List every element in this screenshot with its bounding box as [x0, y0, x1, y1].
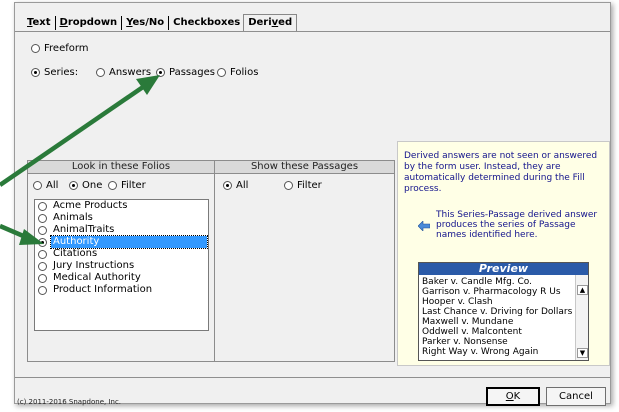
- ok-button[interactable]: OK: [486, 387, 540, 406]
- preview-box[interactable]: Preview Baker v. Candle Mfg. Co. Garriso…: [418, 262, 589, 361]
- preview-item: Baker v. Candle Mfg. Co.: [422, 277, 533, 287]
- preview-item: Right Way v. Wrong Again: [422, 347, 539, 357]
- tab-derived[interactable]: Derived: [243, 14, 298, 31]
- list-item-label: Product Information: [53, 284, 153, 295]
- show-passages-header: Show these Passages: [215, 161, 394, 174]
- tab-divider: [15, 31, 610, 32]
- radio-button[interactable]: [38, 201, 47, 211]
- derived-info-text: Derived answers are not seen or answered…: [404, 151, 598, 194]
- list-item[interactable]: Citations: [35, 248, 208, 260]
- preview-scrollbar[interactable]: ▲ ▼: [575, 275, 588, 360]
- radio-button[interactable]: [31, 44, 40, 53]
- list-item[interactable]: AnimalTraits: [35, 224, 208, 236]
- tab-separator: [168, 15, 170, 30]
- preview-item: Hooper v. Clash: [422, 297, 493, 307]
- freeform-label: Freeform: [44, 43, 89, 54]
- tab-separator: [54, 15, 56, 30]
- folio-all-radio[interactable]: All: [33, 180, 58, 191]
- list-item[interactable]: Acme Products: [35, 200, 208, 212]
- preview-item: Oddwell v. Malcontent: [422, 327, 522, 337]
- tab-checkboxes[interactable]: Checkboxes: [170, 15, 243, 30]
- folio-one-radio[interactable]: One: [69, 180, 102, 191]
- radio-button[interactable]: [223, 181, 232, 190]
- tab-dropdown[interactable]: Dropdown: [57, 15, 121, 30]
- passages-radio[interactable]: Passages: [156, 67, 215, 78]
- radio-button[interactable]: [284, 181, 293, 190]
- radio-button[interactable]: [38, 213, 47, 223]
- list-item-selected[interactable]: Authority: [35, 235, 208, 249]
- list-item-label: Jury Instructions: [53, 260, 135, 271]
- preview-item: Maxwell v. Mundane: [422, 317, 514, 327]
- copyright-text: (c) 2011-2016 Snapdone, Inc.: [17, 398, 122, 406]
- folios-radio[interactable]: Folios: [217, 67, 258, 78]
- radio-button[interactable]: [69, 181, 78, 190]
- list-item-label: Medical Authority: [53, 272, 141, 283]
- answers-label: Answers: [109, 67, 152, 78]
- passages-label: Passages: [169, 67, 215, 78]
- tab-yes-no[interactable]: Yes/No: [123, 15, 167, 30]
- series-passage-note: This Series-Passage derived answer produ…: [436, 210, 598, 240]
- cancel-button[interactable]: Cancel: [546, 387, 606, 406]
- tab-text[interactable]: Text: [24, 15, 54, 30]
- preview-title: Preview: [419, 263, 588, 275]
- radio-button[interactable]: [38, 237, 47, 247]
- preview-item: Garrison v. Pharmacology R Us: [422, 287, 561, 297]
- radio-button[interactable]: [38, 273, 47, 283]
- scroll-up-icon[interactable]: ▲: [577, 285, 588, 295]
- series-label: Series:: [44, 67, 79, 78]
- radio-button[interactable]: [217, 68, 226, 77]
- folio-one-label: One: [82, 180, 103, 191]
- radio-button[interactable]: [38, 285, 47, 295]
- list-item-label: Acme Products: [53, 200, 128, 211]
- list-item-label: Authority: [50, 235, 208, 249]
- list-item-label: AnimalTraits: [53, 224, 115, 235]
- folios-label: Folios: [230, 67, 259, 78]
- radio-button[interactable]: [33, 181, 42, 190]
- radio-button[interactable]: [156, 68, 165, 77]
- passage-filter-radio[interactable]: Filter: [284, 180, 322, 191]
- list-item[interactable]: Jury Instructions: [35, 260, 208, 272]
- left-arrow-icon: [418, 221, 430, 231]
- passage-filter-label: Filter: [297, 180, 322, 191]
- series-radio[interactable]: Series:: [31, 67, 78, 78]
- list-item-label: Citations: [53, 248, 98, 259]
- radio-button[interactable]: [38, 225, 47, 235]
- folio-all-label: All: [46, 180, 59, 191]
- panel-divider: [214, 161, 215, 361]
- radio-button[interactable]: [31, 68, 40, 77]
- radio-button[interactable]: [38, 261, 47, 271]
- preview-item: Last Chance v. Driving for Dollars: [422, 307, 573, 317]
- freeform-radio[interactable]: Freeform: [31, 43, 89, 54]
- tab-separator: [121, 15, 123, 30]
- list-item[interactable]: Product Information: [35, 284, 208, 296]
- folio-list[interactable]: Acme Products Animals AnimalTraits Autho…: [34, 199, 209, 331]
- radio-button[interactable]: [108, 181, 117, 190]
- passage-all-label: All: [236, 180, 249, 191]
- preview-item: Parker v. Nonsense: [422, 337, 508, 347]
- list-item-label: Animals: [53, 212, 93, 223]
- radio-button[interactable]: [38, 249, 47, 259]
- footer-divider: [15, 377, 610, 378]
- tab-strip: Text Dropdown Yes/No Checkboxes Derived: [24, 14, 298, 31]
- passage-all-radio[interactable]: All: [223, 180, 248, 191]
- answers-radio[interactable]: Answers: [96, 67, 151, 78]
- preview-list: Baker v. Candle Mfg. Co. Garrison v. Pha…: [419, 277, 575, 357]
- list-item[interactable]: Animals: [35, 212, 208, 224]
- list-item[interactable]: Medical Authority: [35, 272, 208, 284]
- folio-filter-radio[interactable]: Filter: [108, 180, 146, 191]
- scroll-down-icon[interactable]: ▼: [577, 348, 588, 358]
- radio-button[interactable]: [96, 68, 105, 77]
- look-in-folios-header: Look in these Folios: [28, 161, 214, 174]
- folio-filter-label: Filter: [121, 180, 146, 191]
